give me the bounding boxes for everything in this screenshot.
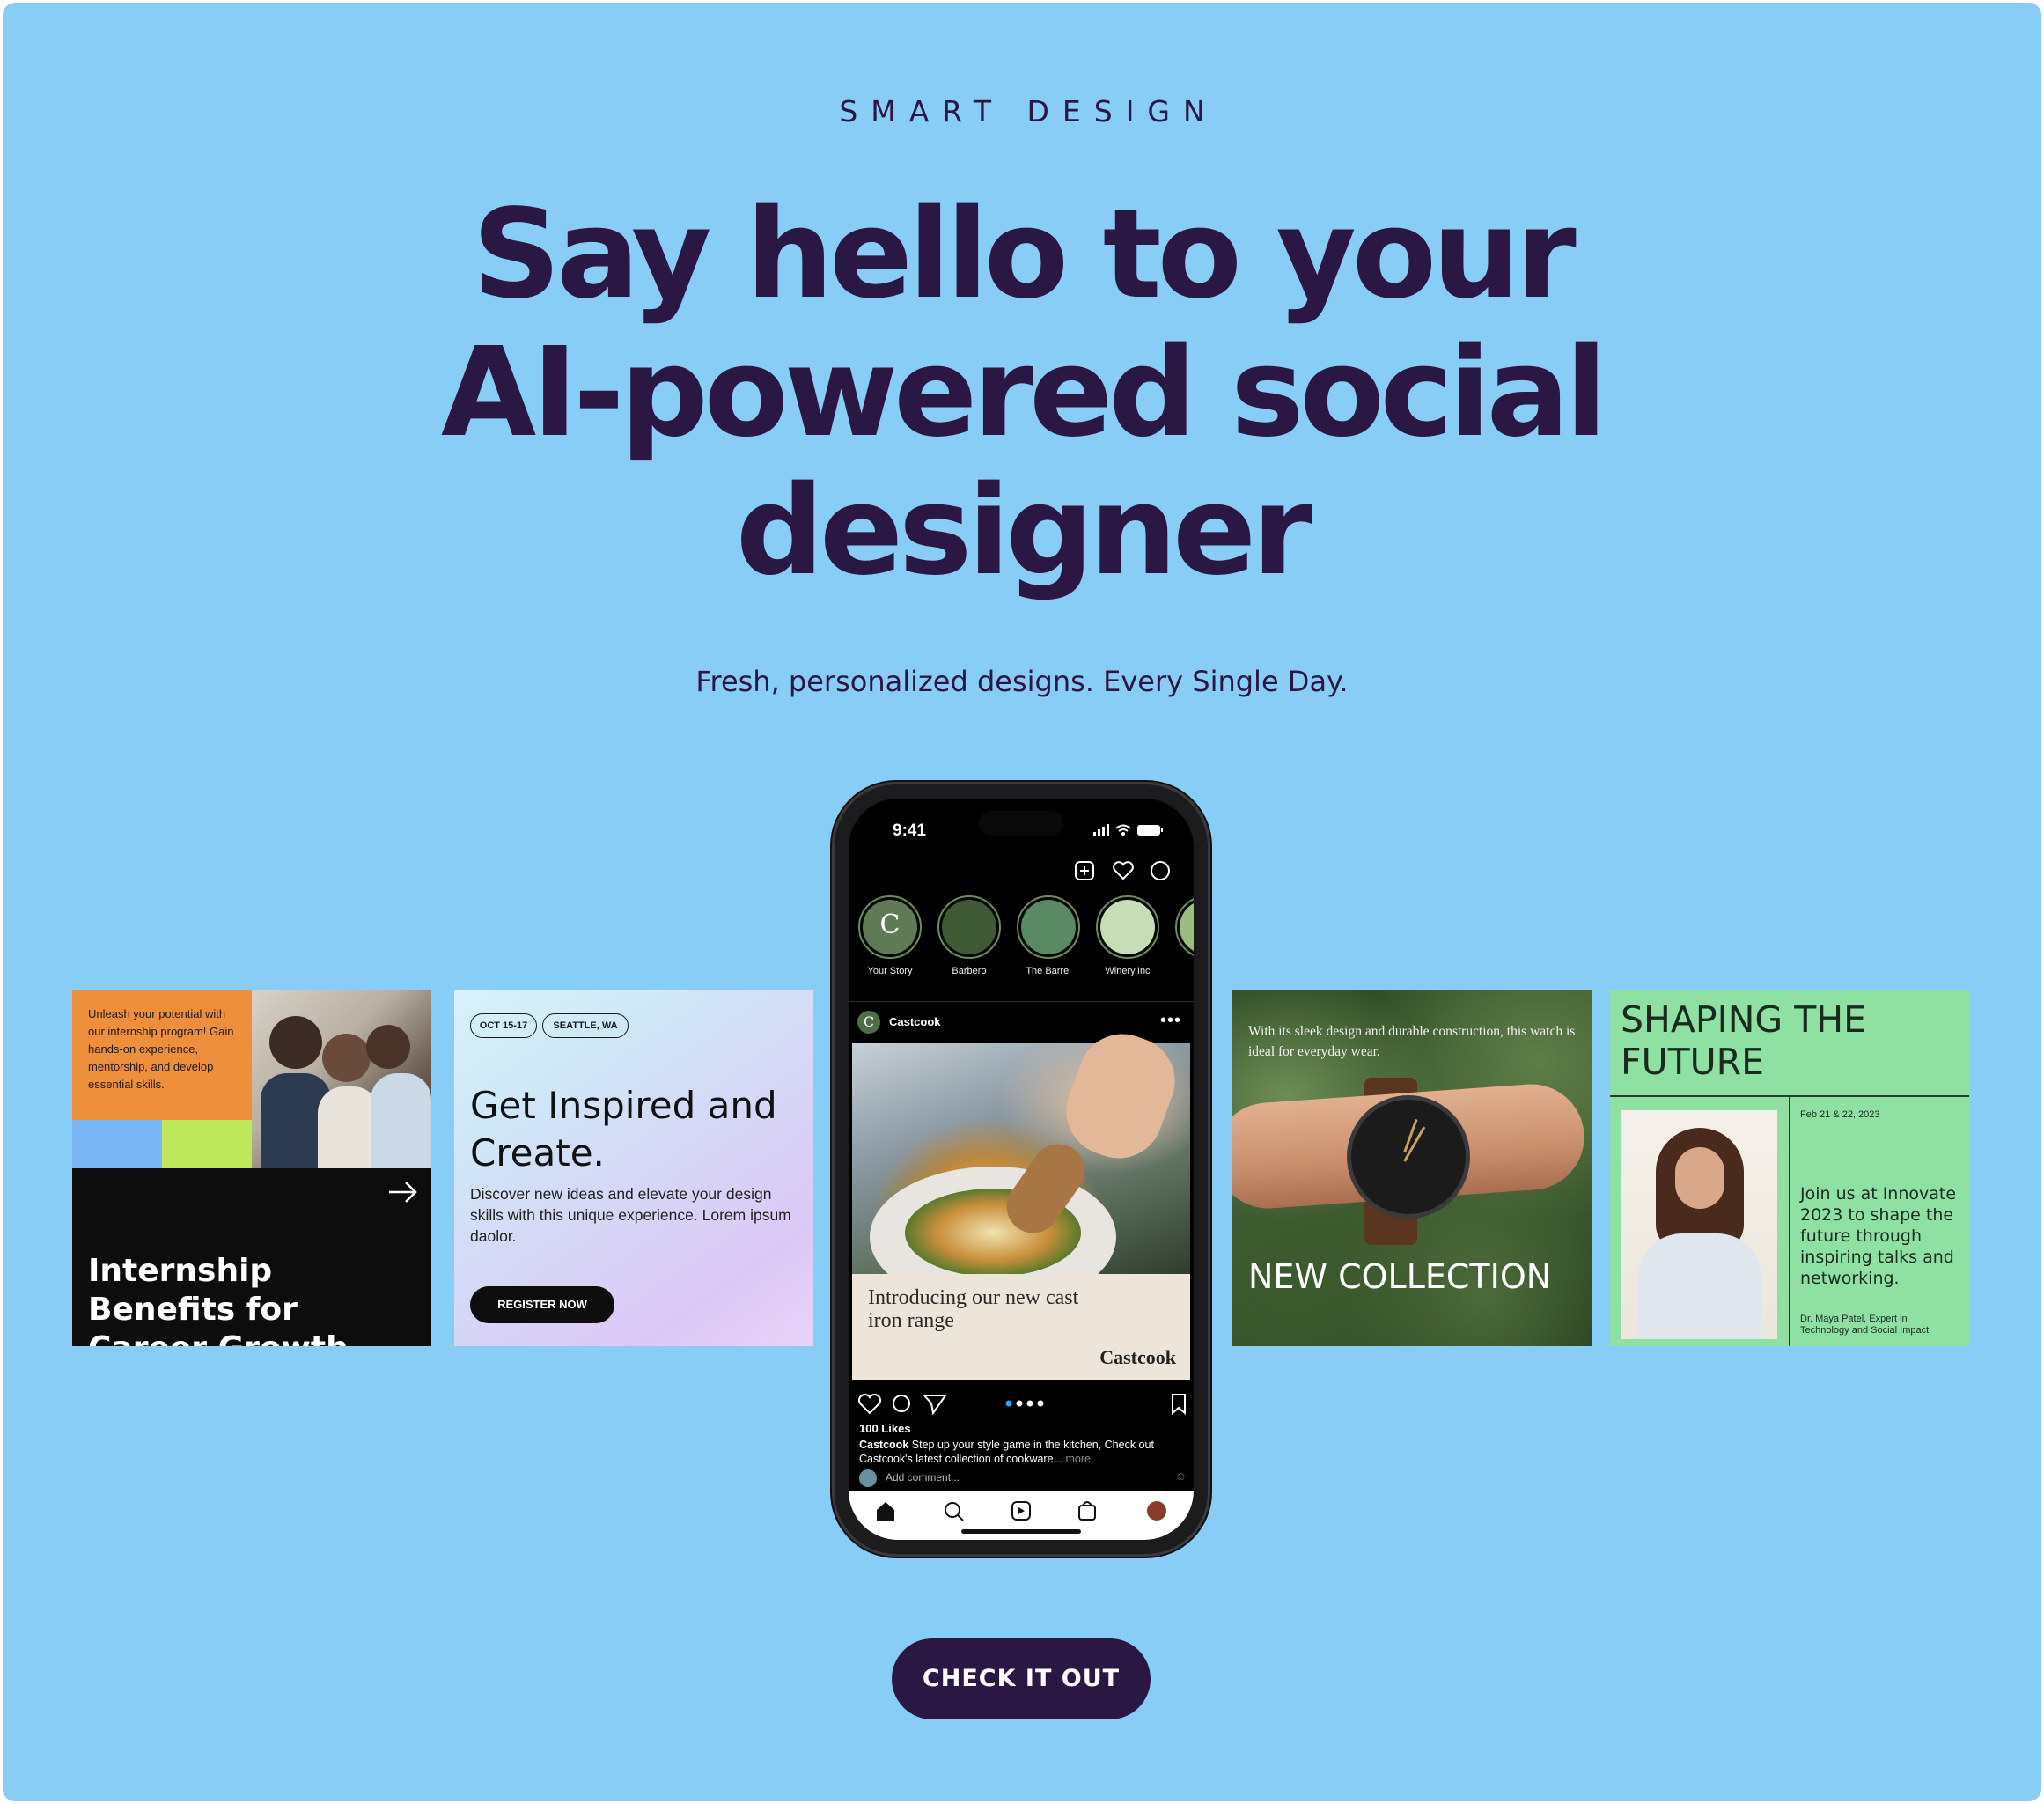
story-avatar: C [863, 900, 917, 954]
story-label: Winery.Inc [1105, 966, 1151, 976]
headline-line-3: designer [735, 460, 1312, 603]
comment-icon [893, 1395, 910, 1412]
story-label: Barbero [952, 966, 987, 976]
bookmark-icon [1172, 1394, 1186, 1416]
phone-mockup: 9:41 C Your Story Barbero The Barrel Win… [835, 784, 1208, 1554]
blue-block [72, 1120, 162, 1168]
dynamic-island [979, 811, 1063, 836]
post-avatar[interactable]: C [857, 1011, 880, 1034]
check-it-out-button[interactable]: CHECK IT OUT [892, 1638, 1151, 1719]
divider [1789, 1097, 1790, 1346]
story-label: Your Story [867, 966, 913, 976]
event-date: Feb 21 & 22, 2023 [1800, 1109, 1880, 1120]
heart-icon [1113, 861, 1134, 880]
story-avatar [1180, 900, 1194, 954]
lime-block [162, 1120, 252, 1168]
internship-body: Unleash your potential with our internsh… [88, 1007, 234, 1091]
post-caption: Castcook Step up your style game in the … [859, 1438, 1187, 1466]
status-bar-icons [1093, 824, 1163, 836]
story-avatar [1100, 900, 1155, 954]
add-post-icon [1075, 861, 1094, 880]
share-icon [922, 1395, 947, 1416]
future-title: SHAPING THE FUTURE [1621, 998, 1866, 1083]
home-icon [877, 1502, 894, 1521]
internship-card: Unleash your potential with our internsh… [72, 990, 431, 1346]
hero-subheadline: Fresh, personalized designs. Every Singl… [695, 665, 1349, 698]
story-label: C [1173, 966, 1194, 976]
story-avatar [942, 900, 996, 954]
inspired-title: Get Inspired and Create. [470, 1084, 777, 1174]
caption-user: Castcook [859, 1439, 909, 1451]
post-account-name[interactable]: Castcook [889, 1015, 941, 1028]
reels-icon [1011, 1501, 1031, 1521]
post-actions [857, 1393, 1186, 1416]
eyebrow-label: SMART DESIGN [839, 94, 1218, 129]
register-now-button: REGISTER NOW [470, 1286, 614, 1323]
story-label: The Barrel [1026, 966, 1071, 976]
caption-more-link[interactable]: more [1065, 1453, 1090, 1465]
more-options-icon[interactable]: ••• [1160, 1011, 1181, 1031]
location-pill: SEATTLE, WA [542, 1013, 629, 1038]
add-comment-input[interactable]: Add comment... [886, 1471, 960, 1484]
watch-title: NEW COLLECTION [1248, 1257, 1552, 1296]
inspired-card: OCT 15-17 SEATTLE, WA Get Inspired and C… [454, 990, 813, 1346]
post-headline: Introducing our new cast iron range [868, 1286, 1079, 1332]
future-card: SHAPING THE FUTURE Feb 21 & 22, 2023 Joi… [1610, 990, 1969, 1346]
speaker-credit: Dr. Maya Patel, Expert in Technology and… [1800, 1314, 1930, 1336]
speaker-portrait [1621, 1110, 1777, 1339]
headline-line-1: Say hello to your [472, 183, 1577, 327]
messenger-icon [1151, 861, 1170, 880]
post-caption-panel: Introducing our new cast iron range Cast… [852, 1274, 1190, 1380]
team-photo [252, 990, 431, 1168]
status-time: 9:41 [893, 821, 927, 840]
likes-count: 100 Likes [859, 1422, 911, 1435]
hero-headline: Say hello to your AI-powered social desi… [3, 186, 2041, 600]
future-body: Join us at Innovate 2023 to shape the fu… [1800, 1184, 1957, 1288]
shop-icon [1078, 1501, 1096, 1521]
stories-row: C Your Story Barbero The Barrel Winery.I… [854, 895, 1194, 983]
date-pill: OCT 15-17 [470, 1013, 537, 1038]
headline-line-2: AI-powered social [440, 321, 1607, 465]
add-comment-row[interactable]: Add comment... ☺ [859, 1468, 1187, 1489]
emoji-icon[interactable]: ☺ [1175, 1469, 1187, 1483]
feed-top-icons [1075, 861, 1170, 880]
story-avatar [1021, 900, 1076, 954]
story-partial[interactable]: C [1173, 895, 1194, 976]
profile-avatar-icon [1147, 1501, 1166, 1521]
story-barbero[interactable]: Barbero [935, 895, 1004, 976]
home-indicator [961, 1529, 1081, 1534]
bottom-nav [849, 1491, 1194, 1540]
post-header: C Castcook ••• [849, 1001, 1194, 1042]
commenter-avatar [859, 1469, 877, 1487]
watch-card: With its sleek design and durable constr… [1232, 990, 1592, 1346]
like-icon [857, 1393, 882, 1415]
post-brand: Castcook [1099, 1346, 1176, 1368]
hero-section: SMART DESIGN Say hello to your AI-powere… [3, 3, 2041, 1801]
story-winery[interactable]: Winery.Inc [1093, 895, 1162, 976]
inspired-description: Discover new ideas and elevate your desi… [470, 1185, 791, 1245]
post-image[interactable] [852, 1021, 1190, 1307]
search-icon [945, 1502, 964, 1521]
arrow-right-icon [389, 1182, 417, 1203]
story-the-barrel[interactable]: The Barrel [1014, 895, 1083, 976]
story-your-story[interactable]: C Your Story [856, 895, 924, 976]
internship-title: Internship Benefits for Career Growth. [88, 1253, 360, 1346]
watch-description: With its sleek design and durable constr… [1248, 1024, 1576, 1059]
phone-screen: 9:41 C Your Story Barbero The Barrel Win… [849, 799, 1194, 1540]
